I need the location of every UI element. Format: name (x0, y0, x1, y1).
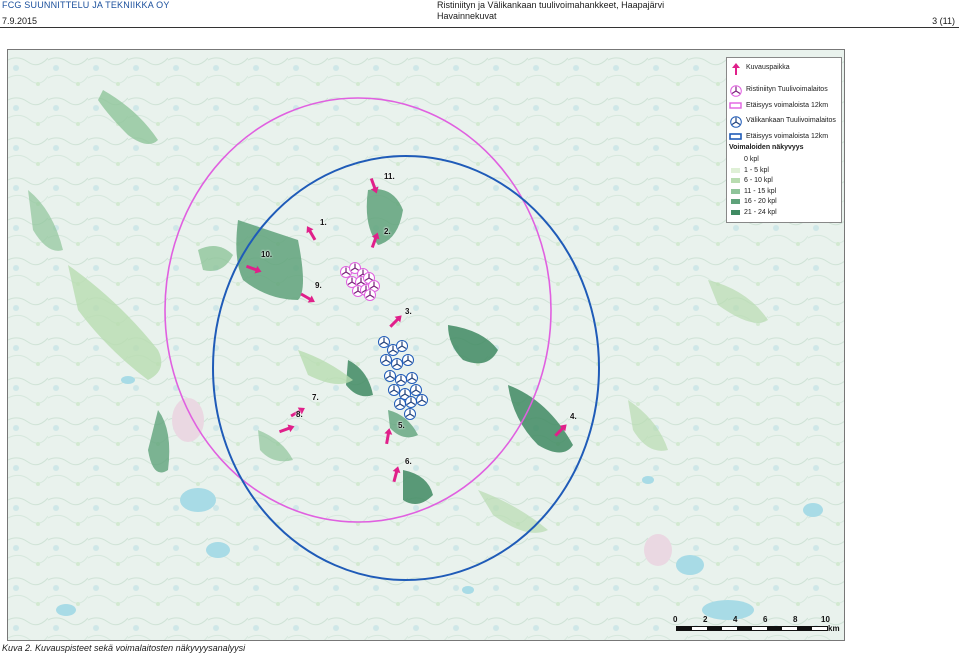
scale-tick-10: 10 (821, 615, 830, 624)
ristiniitty-turbine-icon (364, 289, 376, 301)
legend-visibility-class: 11 - 15 kpl (727, 186, 776, 197)
visibility-swatch (731, 157, 740, 162)
scale-unit: km (828, 624, 840, 633)
turbine-icon (729, 85, 743, 97)
turbine-icon (729, 116, 743, 128)
legend-valikangas-turbine: Välikankaan Tuulivoimalaitos (727, 115, 836, 128)
valikangas-turbine-icon (391, 358, 403, 370)
legend-ristiniitty-turbine-label: Ristiniityn Tuulivoimalaitos (746, 86, 828, 93)
photo-point-label-1: 1. (320, 218, 327, 227)
legend-photo-point-label: Kuvauspaikka (746, 64, 790, 71)
valikangas-turbine-icon (396, 340, 408, 352)
photo-point-label-9: 9. (315, 281, 322, 290)
photo-point-label-5: 5. (398, 421, 405, 430)
page-number: 3 (11) (932, 16, 955, 26)
valikangas-turbine-icon (395, 374, 407, 386)
scale-bar: 0 2 4 6 8 10 km (673, 615, 841, 637)
title-line-1: Ristiniityn ja Välikankaan tuulivoimahan… (437, 0, 665, 10)
photo-point-label-7: 7. (312, 393, 319, 402)
valikangas-turbine-icon (378, 336, 390, 348)
legend-visibility-class: 16 - 20 kpl (727, 196, 777, 207)
company-name: FCG SUUNNITTELU JA TEKNIIKKA OY (2, 0, 170, 10)
valikangas-turbine-icon (406, 372, 418, 384)
valikangas-turbine-icon (410, 384, 422, 396)
figure-caption: Kuva 2. Kuvauspisteet sekä voimalaitoste… (2, 643, 246, 653)
valikangas-turbine-icon (388, 384, 400, 396)
map-canvas (8, 50, 844, 640)
legend-ristiniitty-distance: Etäisyys voimaloista 12km (727, 100, 828, 111)
photo-point-label-6: 6. (405, 457, 412, 466)
scale-tick-4: 4 (733, 615, 738, 624)
visibility-class-label: 16 - 20 kpl (744, 198, 777, 205)
legend-ristiniitty-distance-label: Etäisyys voimaloista 12km (746, 102, 829, 109)
visibility-map[interactable]: 1. 2. 3. 4. 5. 6. 7. 8. 9. 10. 11. 0 2 4… (7, 49, 845, 641)
header-divider (0, 27, 959, 28)
visibility-swatch (731, 178, 740, 183)
document-title: Ristiniityn ja Välikankaan tuulivoimahan… (437, 0, 664, 22)
scale-tick-2: 2 (703, 615, 708, 624)
visibility-swatch (731, 199, 740, 204)
scale-tick-6: 6 (763, 615, 768, 624)
pink-outline-icon (729, 101, 743, 110)
valikangas-turbine-icon (405, 396, 417, 408)
valikangas-turbine-icon (394, 398, 406, 410)
legend-photo-point: Kuvauspaikka (727, 62, 790, 75)
visibility-swatch (731, 209, 740, 215)
legend-visibility-class: 21 - 24 kpl (727, 207, 777, 218)
photo-point-label-11: 11. (384, 172, 395, 181)
arrow-icon (729, 63, 743, 75)
title-line-2: Havainnekuvat (437, 11, 497, 21)
scale-tick-8: 8 (793, 615, 798, 624)
legend-visibility-class: 0 kpl (727, 154, 759, 165)
legend-visibility-title: Voimaloiden näkyvyys (729, 144, 804, 151)
scale-tick-0: 0 (673, 615, 678, 624)
visibility-class-label: 0 kpl (744, 156, 759, 163)
legend-visibility-class: 1 - 5 kpl (727, 165, 769, 176)
legend-valikangas-distance: Etäisyys voimaloista 12km (727, 131, 828, 142)
legend-ristiniitty-turbine: Ristiniityn Tuulivoimalaitos (727, 84, 828, 97)
valikangas-turbine-icon (380, 354, 392, 366)
legend-visibility-class: 6 - 10 kpl (727, 175, 773, 186)
valikangas-turbine-icon (384, 370, 396, 382)
legend-valikangas-turbine-label: Välikankaan Tuulivoimalaitos (746, 117, 836, 124)
visibility-swatch (731, 188, 740, 194)
visibility-class-label: 11 - 15 kpl (744, 187, 777, 195)
scale-bar-graphic (676, 626, 828, 631)
photo-point-label-8: 8. (296, 410, 303, 419)
photo-point-label-10: 10. (261, 250, 273, 259)
legend-valikangas-distance-label: Etäisyys voimaloista 12km (746, 133, 829, 140)
valikangas-turbine-icon (404, 408, 416, 420)
visibility-class-label: 21 - 24 kpl (744, 208, 777, 216)
visibility-swatch (731, 167, 740, 173)
visibility-class-label: 6 - 10 kpl (744, 177, 773, 184)
map-legend: Kuvauspaikka Ristiniityn Tuulivoimalaito… (726, 57, 842, 223)
blue-outline-icon (729, 132, 743, 141)
photo-point-label-2: 2. (384, 227, 391, 236)
document-date: 7.9.2015 (2, 16, 38, 26)
visibility-class-label: 1 - 5 kpl (744, 166, 769, 174)
photo-point-label-3: 3. (405, 307, 412, 316)
valikangas-turbine-icon (402, 354, 414, 366)
photo-point-label-4: 4. (570, 412, 577, 421)
valikangas-turbine-icon (416, 394, 428, 406)
